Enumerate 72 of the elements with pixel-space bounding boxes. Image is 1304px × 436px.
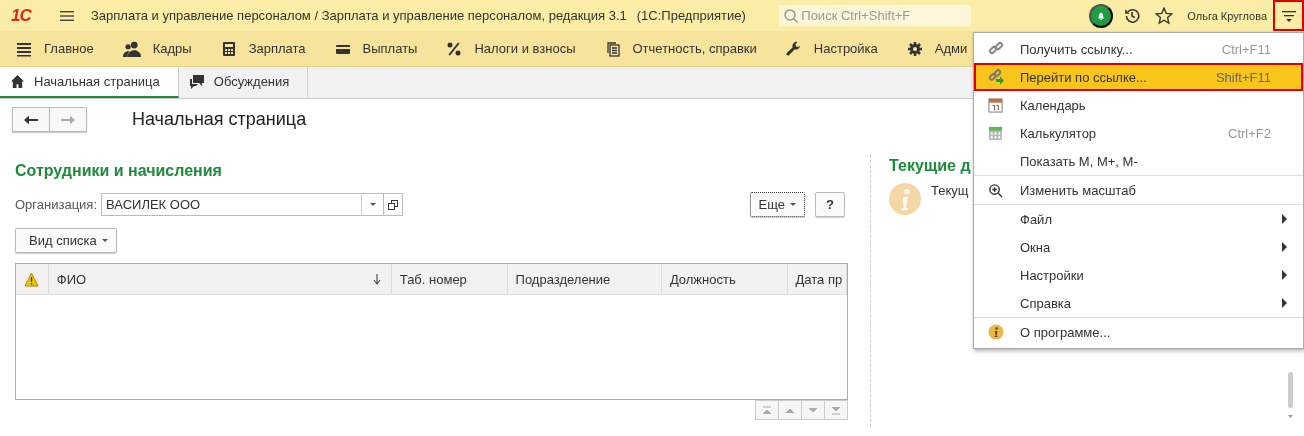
menu-item[interactable]: Календарь — [974, 91, 1303, 119]
back-button[interactable] — [12, 107, 50, 132]
calculator-icon — [220, 40, 237, 57]
people-icon — [122, 39, 141, 58]
arrow-icon — [830, 404, 842, 416]
forward-arrow-icon — [61, 114, 75, 125]
history-button[interactable] — [1123, 6, 1142, 25]
wrench-icon — [785, 40, 802, 57]
section-tab[interactable]: Зарплата — [220, 40, 306, 57]
gear-icon — [906, 40, 923, 57]
page-up-button[interactable] — [778, 400, 802, 420]
first-page-button[interactable] — [755, 400, 779, 420]
favorites-button[interactable] — [1155, 6, 1174, 25]
logo: 1С — [11, 5, 33, 26]
organization-field[interactable]: ВАСИЛЕК ООО — [101, 193, 362, 216]
section-tab[interactable]: Настройка — [785, 40, 878, 57]
menu-item[interactable]: Окна — [974, 233, 1303, 261]
section-tab[interactable]: Выплаты — [334, 40, 418, 57]
zoom-in-icon — [988, 182, 1003, 198]
menu-item[interactable]: Калькулятор Ctrl+F2 — [974, 119, 1303, 147]
column-header[interactable]: Таб. номер — [399, 271, 467, 287]
link-icon — [988, 41, 1004, 57]
page-title: Начальная страница — [132, 109, 307, 130]
menu-item[interactable]: О программе... — [974, 318, 1303, 346]
menu-item[interactable]: Перейти по ссылке... Shift+F11 — [974, 63, 1303, 91]
section-heading: Сотрудники и начисления — [15, 162, 223, 180]
calculator-icon — [988, 125, 1003, 141]
menu-item[interactable]: Показать М, М+, М- — [974, 147, 1303, 175]
arrow-icon — [761, 404, 773, 416]
section-tab[interactable]: Отчетность, справки — [604, 40, 757, 57]
chat-icon — [188, 73, 205, 90]
app-name: (1С:Предприятие) — [636, 8, 746, 23]
percent-icon — [446, 40, 463, 57]
user-name[interactable]: Ольга Круглова — [1187, 9, 1267, 22]
section-tab[interactable]: Кадры — [122, 39, 192, 58]
menu-item[interactable]: Изменить масштаб — [974, 176, 1303, 204]
search-field[interactable]: Поиск Ctrl+Shift+F — [779, 5, 972, 26]
menu-item[interactable]: Файл — [974, 205, 1303, 233]
menu-item[interactable]: Справка — [974, 289, 1303, 317]
windows-icon — [388, 199, 399, 210]
field-label: Организация: — [15, 197, 98, 212]
menu-icon — [16, 40, 32, 57]
back-arrow-icon — [24, 114, 38, 125]
section-tab[interactable]: Адми — [906, 40, 968, 57]
menu-item[interactable]: Настройки — [974, 261, 1303, 289]
window-title: Зарплата и управление персоналом / Зарплата и управление персоналом, редакция 3.1 — [91, 8, 627, 23]
menu-item[interactable]: Получить ссылку... Ctrl+F11 — [974, 35, 1303, 63]
info-icon — [988, 324, 1004, 340]
last-page-button[interactable] — [824, 400, 848, 420]
info-icon — [889, 183, 921, 215]
section-heading: Текущие д — [889, 157, 971, 175]
page-tab[interactable]: Начальная страница — [0, 67, 179, 98]
documents-icon — [604, 40, 621, 57]
column-header[interactable]: Подразделение — [515, 271, 611, 287]
notifications-button[interactable] — [1089, 3, 1114, 28]
main-menu-button[interactable] — [1273, 0, 1304, 31]
list-view-button[interactable]: Вид списка — [15, 228, 117, 253]
column-header[interactable]: Дата пр — [795, 271, 843, 287]
open-button[interactable] — [383, 193, 404, 216]
help-button[interactable]: ? — [815, 192, 845, 217]
column-header[interactable]: ФИО — [56, 271, 87, 287]
page-down-button[interactable] — [801, 400, 825, 420]
home-icon — [10, 74, 25, 89]
section-tab[interactable]: Налоги и взносы — [446, 40, 576, 57]
calendar-icon — [988, 97, 1003, 113]
section-tab[interactable]: Главное — [16, 40, 94, 57]
link-arrow-icon — [988, 69, 1004, 85]
column-header[interactable]: Должность — [669, 271, 736, 287]
warning-icon — [24, 271, 39, 287]
info-text: Текущ — [931, 183, 969, 198]
more-button[interactable]: Еще — [749, 192, 805, 217]
search-icon — [783, 8, 800, 24]
